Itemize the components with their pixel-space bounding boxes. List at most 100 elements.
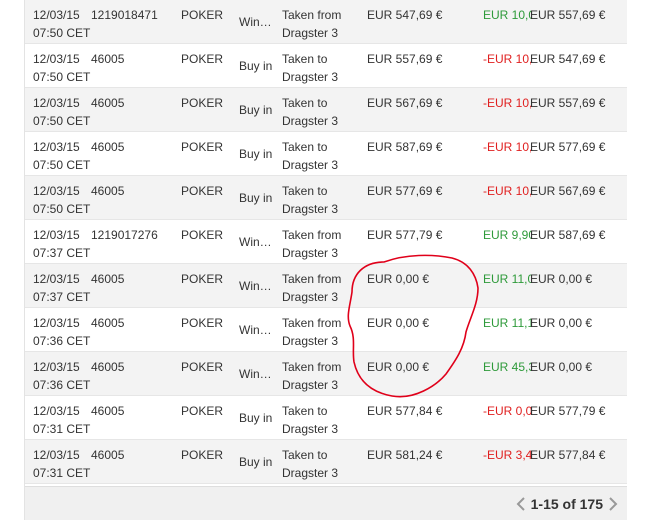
amount-cell: -EUR 10,: [483, 96, 531, 110]
type-cell: Buy in: [239, 147, 273, 161]
transactions-table: 12/03/15 07:31 CET 46005 POKER Buy in Taken …: [24, 0, 628, 520]
date-cell: 12/03/15 07:36 CET: [33, 316, 91, 348]
table-row[interactable]: 12/03/15 07:50 CET 46005 POKER Buy in Taken …: [25, 88, 627, 132]
description-cell: Taken to Dragster 3: [282, 140, 339, 172]
balance-before-cell: EUR 557,69 €: [367, 52, 443, 66]
date-cell: 12/03/15 07:50 CET: [33, 8, 91, 40]
balance-before-cell: EUR 547,69 €: [367, 8, 443, 22]
description-cell: Taken to Dragster 3: [282, 448, 339, 480]
date-cell: 12/03/15 07:31 CET: [33, 404, 91, 436]
game-cell: POKER: [181, 184, 224, 198]
game-cell: POKER: [181, 140, 224, 154]
game-cell: POKER: [181, 52, 224, 66]
date-cell: 12/03/15 07:50 CET: [33, 52, 91, 84]
amount-cell: -EUR 0,0: [483, 404, 531, 418]
reference-cell: 46005: [91, 404, 125, 418]
date-cell: 12/03/15 07:50 CET: [33, 184, 91, 216]
reference-cell: 46005: [91, 96, 125, 110]
balance-before-cell: EUR 0,00 €: [367, 360, 430, 374]
balance-before-cell: EUR 577,84 €: [367, 404, 443, 418]
balance-before-cell: EUR 0,00 €: [367, 316, 430, 330]
description-cell: Taken to Dragster 3: [282, 96, 339, 128]
reference-cell: 1219017276: [91, 228, 158, 242]
balance-before-cell: EUR 587,69 €: [367, 140, 443, 154]
balance-after-cell: EUR 0,00 €: [530, 316, 593, 330]
reference-cell: 46005: [91, 184, 125, 198]
game-cell: POKER: [181, 228, 224, 242]
type-cell: Winni...: [239, 235, 276, 249]
description-cell: Taken from Dragster 3: [282, 228, 342, 260]
table-row[interactable]: 12/03/15 07:50 CET 46005 POKER Buy in Taken …: [25, 44, 627, 88]
date-cell: 12/03/15 07:50 CET: [33, 96, 91, 128]
game-cell: POKER: [181, 8, 224, 22]
amount-cell: -EUR 10,: [483, 52, 531, 66]
game-cell: POKER: [181, 448, 224, 462]
game-cell: POKER: [181, 96, 224, 110]
game-cell: POKER: [181, 360, 224, 374]
description-cell: Taken to Dragster 3: [282, 404, 339, 436]
date-cell: 12/03/15 07:37 CET: [33, 228, 91, 260]
date-cell: 12/03/15 07:31 CET: [33, 448, 91, 480]
type-cell: Winni...: [239, 15, 276, 29]
table-row[interactable]: 12/03/15 07:36 CET 46005 POKER Winni... Take…: [25, 352, 627, 396]
type-cell: Buy in: [239, 59, 273, 73]
chevron-left-icon[interactable]: [513, 495, 529, 513]
amount-cell: -EUR 10,: [483, 140, 531, 154]
description-cell: Taken from Dragster 3: [282, 316, 342, 348]
type-cell: Buy in: [239, 411, 273, 425]
balance-after-cell: EUR 577,69 €: [530, 140, 606, 154]
reference-cell: 46005: [91, 52, 125, 66]
date-cell: 12/03/15 07:50 CET: [33, 140, 91, 172]
balance-after-cell: EUR 587,69 €: [530, 228, 606, 242]
balance-after-cell: EUR 577,79 €: [530, 404, 606, 418]
transaction-history-panel: 12/03/15 07:31 CET 46005 POKER Buy in Taken …: [0, 0, 645, 520]
pagination: 1-15 of 175: [513, 495, 621, 513]
type-cell: Buy in: [239, 455, 273, 469]
reference-cell: 46005: [91, 448, 125, 462]
pagination-label: 1-15 of 175: [530, 496, 603, 512]
table-footer: 1-15 of 175: [25, 486, 627, 520]
type-cell: Buy in: [239, 191, 273, 205]
date-cell: 12/03/15 07:36 CET: [33, 360, 91, 392]
type-cell: Buy in: [239, 103, 273, 117]
table-row[interactable]: 12/03/15 07:37 CET 46005 POKER Winni... Take…: [25, 264, 627, 308]
description-cell: Taken to Dragster 3: [282, 52, 339, 84]
game-cell: POKER: [181, 316, 224, 330]
balance-after-cell: EUR 0,00 €: [530, 360, 593, 374]
balance-after-cell: EUR 0,00 €: [530, 272, 593, 286]
balance-after-cell: EUR 557,69 €: [530, 8, 606, 22]
balance-before-cell: EUR 567,69 €: [367, 96, 443, 110]
amount-cell: EUR 45,3: [483, 360, 531, 374]
balance-before-cell: EUR 577,69 €: [367, 184, 443, 198]
table-row[interactable]: 12/03/15 07:36 CET 46005 POKER Winni... Take…: [25, 308, 627, 352]
date-cell: 12/03/15 07:37 CET: [33, 272, 91, 304]
reference-cell: 46005: [91, 360, 125, 374]
reference-cell: 1219018471: [91, 8, 158, 22]
type-cell: Winni...: [239, 367, 276, 381]
table-row[interactable]: 12/03/15 07:50 CET 46005 POKER Buy in Taken …: [25, 132, 627, 176]
balance-before-cell: EUR 577,79 €: [367, 228, 443, 242]
table-row[interactable]: 12/03/15 07:31 CET 46005 POKER Buy in Taken …: [25, 440, 627, 484]
table-row[interactable]: 12/03/15 07:37 CET 1219017276 POKER Winni..…: [25, 220, 627, 264]
amount-cell: EUR 9,90: [483, 228, 531, 242]
amount-cell: -EUR 10,: [483, 184, 531, 198]
amount-cell: EUR 11,1: [483, 316, 531, 330]
type-cell: Winni...: [239, 279, 276, 293]
balance-before-cell: EUR 0,00 €: [367, 272, 430, 286]
table-row[interactable]: 12/03/15 07:50 CET 46005 POKER Buy in Taken …: [25, 176, 627, 220]
description-cell: Taken from Dragster 3: [282, 360, 342, 392]
description-cell: Taken from Dragster 3: [282, 8, 342, 40]
balance-after-cell: EUR 567,69 €: [530, 184, 606, 198]
balance-after-cell: EUR 577,84 €: [530, 448, 606, 462]
game-cell: POKER: [181, 404, 224, 418]
game-cell: POKER: [181, 272, 224, 286]
page-gutter: [627, 0, 645, 520]
amount-cell: EUR 11,0: [483, 272, 531, 286]
description-cell: Taken from Dragster 3: [282, 272, 342, 304]
amount-cell: EUR 10,0: [483, 8, 531, 22]
table-row[interactable]: 12/03/15 07:50 CET 1219018471 POKER Winni..…: [25, 0, 627, 44]
table-row[interactable]: 12/03/15 07:31 CET 46005 POKER Buy in Taken …: [25, 396, 627, 440]
reference-cell: 46005: [91, 272, 125, 286]
balance-before-cell: EUR 581,24 €: [367, 448, 443, 462]
chevron-right-icon[interactable]: [605, 495, 621, 513]
